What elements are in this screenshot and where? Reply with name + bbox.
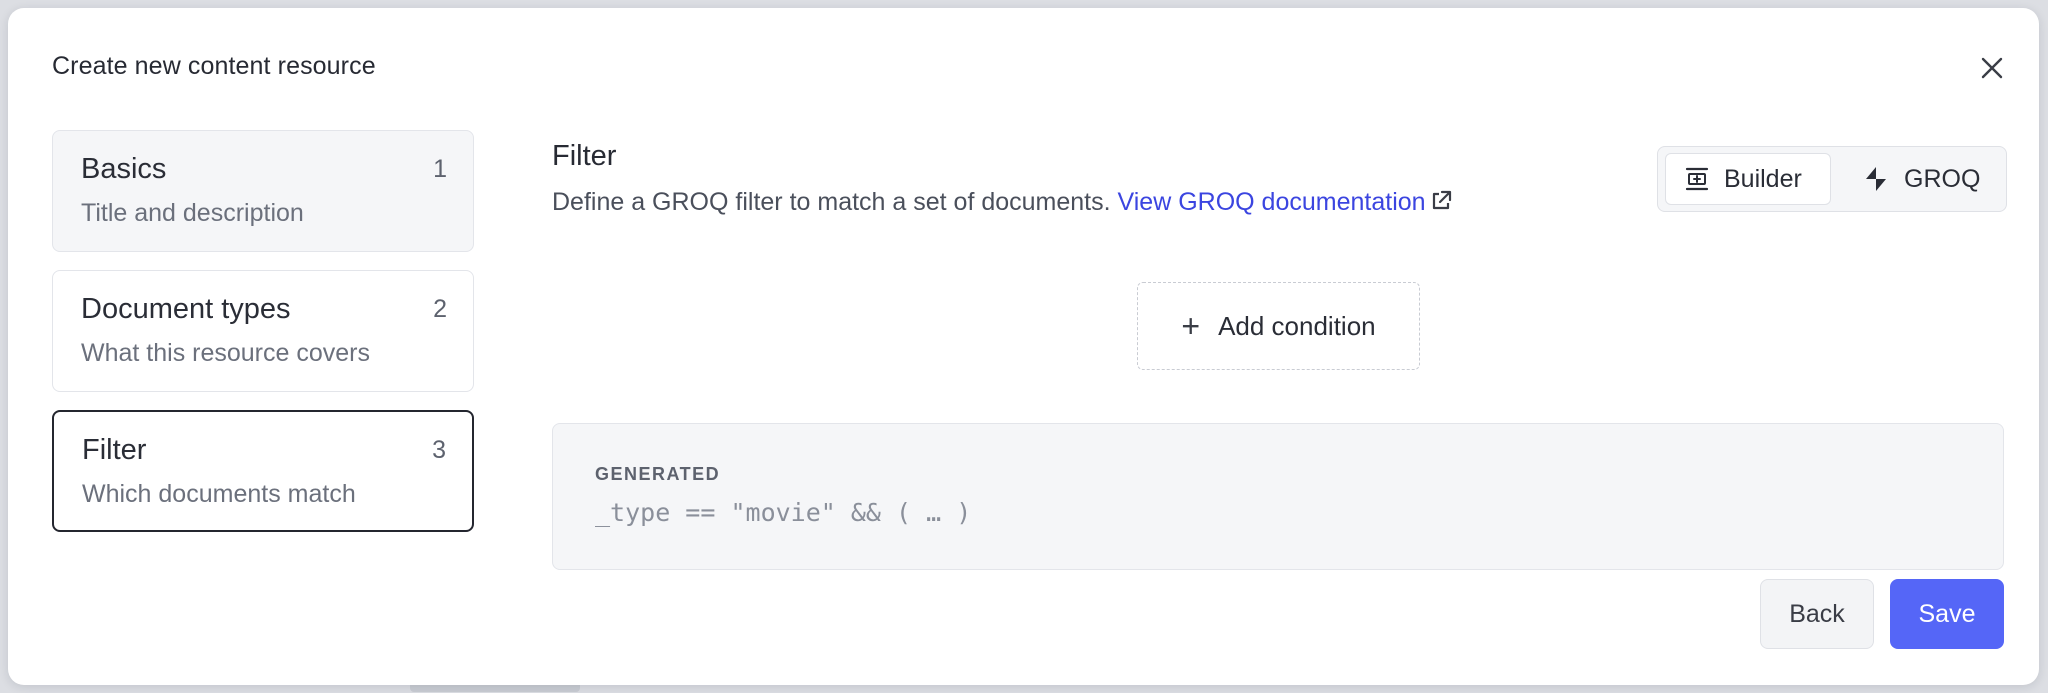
generated-query-code: _type == "movie" && ( … ) xyxy=(595,498,972,527)
builder-label: Builder xyxy=(1724,164,1802,193)
step-basics[interactable]: Basics 1 Title and description xyxy=(52,130,474,252)
doc-link-label: View GROQ documentation xyxy=(1117,188,1426,216)
groq-mode-button[interactable]: GROQ xyxy=(1850,153,2000,205)
generated-query-panel: GENERATED _type == "movie" && ( … ) xyxy=(552,423,2004,570)
dialog-title: Create new content resource xyxy=(52,52,376,80)
step-list: Basics 1 Title and description Document … xyxy=(52,130,474,550)
create-resource-dialog: Create new content resource Basics 1 Tit… xyxy=(8,8,2039,685)
step-subtitle: What this resource covers xyxy=(81,339,370,367)
step-number: 2 xyxy=(433,295,447,323)
step-title: Basics xyxy=(81,153,167,185)
filter-mode-toggle: Builder GROQ xyxy=(1657,146,2007,212)
step-title: Document types xyxy=(81,293,291,325)
step-number: 1 xyxy=(433,155,447,183)
generated-label: GENERATED xyxy=(595,464,721,484)
plus-icon: + xyxy=(1181,308,1201,344)
external-link-icon xyxy=(1432,190,1451,210)
step-title: Filter xyxy=(82,434,147,466)
step-subtitle: Which documents match xyxy=(82,480,356,508)
section-description: Define a GROQ filter to match a set of d… xyxy=(552,188,1453,217)
builder-mode-button[interactable]: Builder xyxy=(1665,153,1831,205)
step-document-types[interactable]: Document types 2 What this resource cove… xyxy=(52,270,474,392)
description-text: Define a GROQ filter to match a set of d… xyxy=(552,188,1111,216)
step-filter[interactable]: Filter 3 Which documents match xyxy=(52,410,474,532)
groq-label: GROQ xyxy=(1904,164,1981,193)
save-button[interactable]: Save xyxy=(1890,579,2004,649)
step-subtitle: Title and description xyxy=(81,199,304,227)
step-number: 3 xyxy=(432,436,446,464)
add-condition-label: Add condition xyxy=(1218,310,1376,341)
groq-documentation-link[interactable]: View GROQ documentation xyxy=(1118,188,1453,216)
close-icon xyxy=(1981,57,2003,79)
groq-icon xyxy=(1866,167,1886,191)
builder-icon xyxy=(1685,167,1709,191)
section-title: Filter xyxy=(552,140,617,172)
close-button[interactable] xyxy=(1974,50,2010,86)
back-button[interactable]: Back xyxy=(1760,579,1874,649)
add-condition-button[interactable]: + Add condition xyxy=(1137,282,1420,370)
